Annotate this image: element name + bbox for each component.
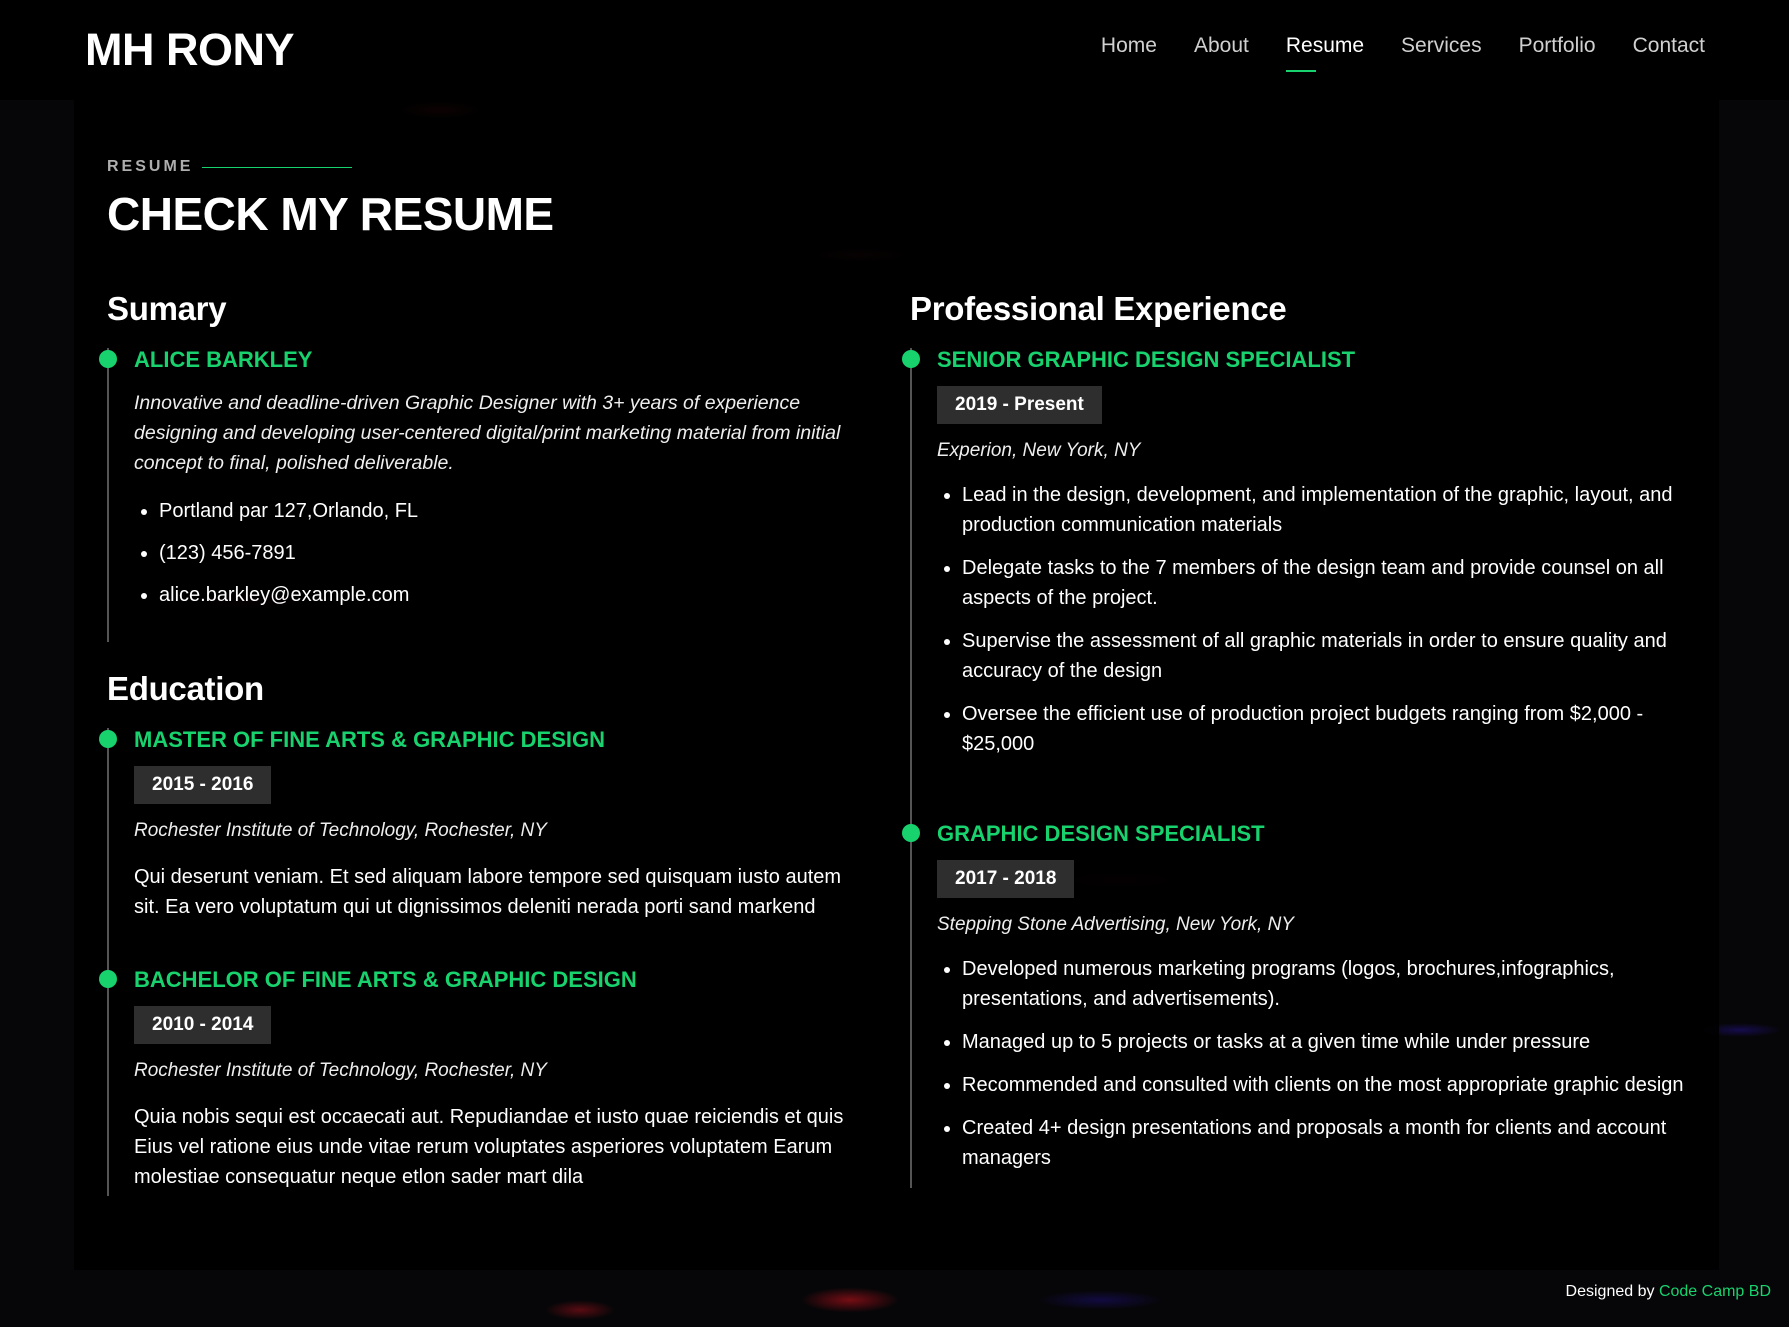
education-item: BACHELOR OF FINE ARTS & GRAPHIC DESIGN 2… <box>99 967 867 1196</box>
experience-bullet: Recommended and consulted with clients o… <box>962 1070 1690 1100</box>
nav-home[interactable]: Home <box>1101 34 1157 64</box>
date-badge: 2015 - 2016 <box>134 766 272 804</box>
summary-item: ALICE BARKLEY Innovative and deadline-dr… <box>99 347 867 642</box>
summary-heading: Sumary <box>107 290 227 327</box>
experience-heading: Professional Experience <box>910 290 1287 327</box>
education-description: Qui deserunt veniam. Et sed aliquam labo… <box>134 866 842 918</box>
footer-brand-link[interactable]: Code Camp BD <box>1659 1283 1771 1300</box>
education-institution: Rochester Institute of Technology, Roche… <box>134 820 547 841</box>
nav-contact[interactable]: Contact <box>1633 34 1705 64</box>
page-title: CHECK MY RESUME <box>107 188 554 240</box>
nav-portfolio[interactable]: Portfolio <box>1519 34 1596 64</box>
timeline-dot <box>902 350 920 368</box>
education-institution: Rochester Institute of Technology, Roche… <box>134 1060 547 1081</box>
timeline-dot <box>99 970 117 988</box>
experience-bullet: Delegate tasks to the 7 members of the d… <box>962 553 1690 613</box>
site-header: MH RONY Home About Resume Services Portf… <box>0 0 1789 100</box>
contact-phone: (123) 456-7891 <box>159 538 867 568</box>
education-title: MASTER OF FINE ARTS & GRAPHIC DESIGN <box>134 727 605 752</box>
experience-bullets: Developed numerous marketing programs (l… <box>937 954 1690 1173</box>
education-heading: Education <box>107 670 264 707</box>
experience-bullet: Managed up to 5 projects or tasks at a g… <box>962 1027 1690 1057</box>
section-label: RESUME <box>107 158 194 175</box>
education-title: BACHELOR OF FINE ARTS & GRAPHIC DESIGN <box>134 967 637 992</box>
experience-bullet: Oversee the efficient use of production … <box>962 699 1690 759</box>
timeline-dot <box>99 730 117 748</box>
timeline-dot <box>902 824 920 842</box>
contact-list: Portland par 127,Orlando, FL (123) 456-7… <box>134 496 867 610</box>
footer-credit: Designed by Code Camp BD <box>1566 1283 1771 1301</box>
education-description: Quia nobis sequi est occaecati aut. Repu… <box>134 1106 844 1188</box>
right-column: Professional Experience SENIOR GRAPHIC D… <box>902 290 1690 1188</box>
date-badge: 2017 - 2018 <box>937 860 1075 898</box>
summary-name: ALICE BARKLEY <box>134 347 313 372</box>
education-item: MASTER OF FINE ARTS & GRAPHIC DESIGN 201… <box>99 727 867 968</box>
experience-bullet: Lead in the design, development, and imp… <box>962 480 1690 540</box>
experience-title: GRAPHIC DESIGN SPECIALIST <box>937 821 1265 846</box>
experience-title: SENIOR GRAPHIC DESIGN SPECIALIST <box>937 347 1356 372</box>
experience-company: Stepping Stone Advertising, New York, NY <box>937 914 1294 935</box>
summary-bio: Innovative and deadline-driven Graphic D… <box>134 392 841 474</box>
date-badge: 2010 - 2014 <box>134 1006 272 1044</box>
experience-bullet: Created 4+ design presentations and prop… <box>962 1113 1690 1173</box>
nav-about[interactable]: About <box>1194 34 1249 64</box>
experience-item: SENIOR GRAPHIC DESIGN SPECIALIST 2019 - … <box>902 347 1690 822</box>
timeline-dot <box>99 350 117 368</box>
experience-bullet: Supervise the assessment of all graphic … <box>962 626 1690 686</box>
nav-resume[interactable]: Resume <box>1285 34 1364 72</box>
experience-company: Experion, New York, NY <box>937 440 1141 461</box>
section-divider <box>202 167 352 168</box>
experience-bullet: Developed numerous marketing programs (l… <box>962 954 1690 1014</box>
main-nav: Home About Resume Services Portfolio Con… <box>1101 34 1705 72</box>
contact-address: Portland par 127,Orlando, FL <box>159 496 867 526</box>
experience-bullets: Lead in the design, development, and imp… <box>937 480 1690 759</box>
contact-email: alice.barkley@example.com <box>159 580 867 610</box>
footer-prefix: Designed by <box>1565 1283 1655 1300</box>
nav-services[interactable]: Services <box>1401 34 1482 64</box>
date-badge: 2019 - Present <box>937 386 1102 424</box>
left-column: Sumary ALICE BARKLEY Innovative and dead… <box>99 290 867 1196</box>
site-logo[interactable]: MH RONY <box>85 24 295 76</box>
experience-item: GRAPHIC DESIGN SPECIALIST 2017 - 2018 St… <box>902 821 1690 1188</box>
